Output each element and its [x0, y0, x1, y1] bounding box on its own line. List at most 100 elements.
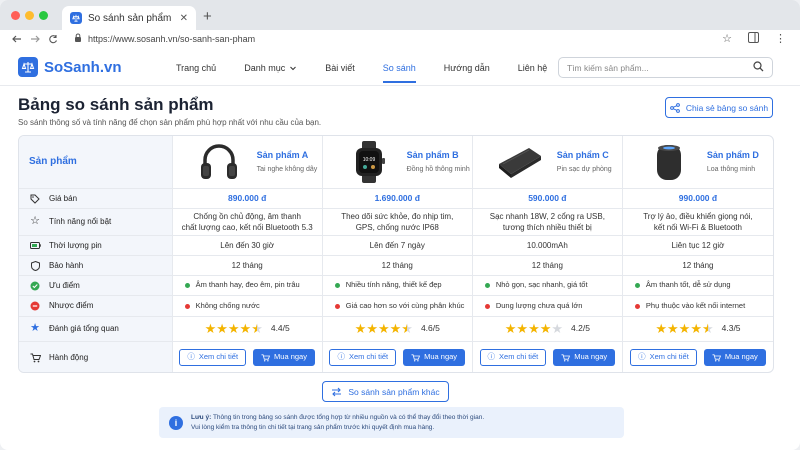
con-bullet [634, 303, 640, 309]
con-text: Phụ thuộc vào kết nối internet [645, 300, 746, 310]
back-icon[interactable] [8, 34, 26, 47]
battery-value: 10.000mAh [473, 236, 623, 255]
reload-icon[interactable] [44, 34, 62, 47]
pro-bullet [334, 283, 340, 288]
compare-more-button[interactable]: So sánh sản phẩm khác [322, 381, 449, 402]
product-header[interactable]: 10:09 Sản phẩm B Đồng hồ thông minh [323, 136, 473, 188]
product-header[interactable]: Sản phẩm A Tai nghe không dây [173, 136, 323, 188]
row-label-text: Tính năng nổi bật [49, 217, 112, 227]
nav-compare[interactable]: So sánh [382, 50, 416, 86]
action-cell: ⓘ Xem chi tiết Mua ngay [173, 342, 323, 372]
search-input[interactable] [567, 62, 753, 73]
product-header[interactable]: Sản phẩm C Pin sạc dự phòng [473, 136, 623, 188]
nav-home[interactable]: Trang chủ [176, 50, 216, 86]
star-filled-icon: ★ [30, 322, 40, 335]
warranty-value: 12 tháng [473, 256, 623, 275]
view-detail-button[interactable]: ⓘ Xem chi tiết [179, 349, 247, 366]
con-cell: Phụ thuộc vào kết nối internet [623, 296, 773, 316]
cart-icon [261, 353, 271, 362]
price-value: 990.000 đ [678, 192, 718, 203]
detail-label: Xem chi tiết [649, 352, 689, 362]
row-label: ★ Đánh giá tổng quan [19, 317, 173, 341]
menu-kebab-icon[interactable]: ⋮ [775, 32, 786, 46]
bookmark-star-icon[interactable]: ☆ [722, 32, 732, 46]
pro-cell: Nhỏ gọn, sạc nhanh, giá tốt [473, 276, 623, 295]
row-label-text: Bảo hành [49, 260, 84, 270]
share-button[interactable]: Chia sẻ bảng so sánh [665, 97, 773, 118]
star-icon: ★ [516, 320, 529, 336]
buy-now-button[interactable]: Mua ngay [553, 349, 616, 366]
star-rating: ★ ★ ★ ★ ★ [205, 320, 263, 338]
browser-tab[interactable]: So sánh sản phẩm ✕ [62, 6, 196, 30]
action-cell: ⓘ Xem chi tiết Mua ngay [473, 342, 623, 372]
con-text: Giá cao hơn so với cùng phân khúc [345, 300, 465, 310]
close-window-button[interactable] [11, 11, 20, 20]
buy-label: Mua ngay [574, 352, 608, 362]
headphones-icon [193, 142, 245, 182]
star-icon: ★ [528, 320, 540, 336]
product-name: Sản phẩm C [556, 150, 609, 161]
url-text: https://www.sosanh.vn/so-sanh-san-pham [88, 33, 256, 44]
info-icon: ⓘ [187, 352, 195, 362]
logo-text: SoSanh.vn [44, 58, 122, 76]
new-tab-button[interactable]: + [203, 8, 212, 25]
nav-guides[interactable]: Hướng dẫn [444, 50, 490, 86]
pro-bullet [184, 283, 190, 288]
star-icon: ★ [354, 320, 367, 336]
info-icon: ⓘ [638, 352, 646, 362]
info-icon: ⓘ [337, 352, 345, 362]
nav-articles[interactable]: Bài viết [325, 50, 355, 86]
product-desc: Pin sạc dự phòng [556, 165, 612, 173]
action-cell: ⓘ Xem chi tiết Mua ngay [623, 342, 773, 372]
row-label: Ưu điểm [19, 276, 173, 295]
shield-icon [29, 260, 41, 271]
buy-now-button[interactable]: Mua ngay [403, 349, 466, 366]
table-row: Thời lượng pin Lên đến 30 giờ Lên đến 7 … [19, 236, 773, 256]
view-detail-button[interactable]: ⓘ Xem chi tiết [630, 349, 697, 366]
nav-contact[interactable]: Liên hệ [518, 50, 548, 86]
row-label: Giá bán [19, 189, 173, 208]
minimize-window-button[interactable] [25, 11, 34, 20]
price-tag-icon [29, 194, 41, 204]
note-line2: Vui lòng kiểm tra thông tin chi tiết tại… [191, 423, 435, 431]
star-icon: ★ [678, 320, 691, 336]
main-nav: Trang chủ Danh mục Bài viết So sánh Hướn… [176, 50, 575, 86]
forward-icon[interactable] [26, 34, 44, 47]
row-label-text: Hành động [49, 352, 89, 362]
feature-line: GPS, chống nước IP68 [355, 223, 439, 232]
info-icon: ⓘ [487, 352, 496, 362]
view-detail-button[interactable]: ⓘ Xem chi tiết [329, 349, 397, 366]
nav-categories[interactable]: Danh mục [244, 50, 297, 86]
star-icon: ★ [539, 320, 552, 336]
rating-text: 4.6/5 [420, 323, 440, 334]
site-logo[interactable]: SoSanh.vn [18, 57, 122, 77]
pro-text: Nhiều tính năng, thiết kế đẹp [345, 280, 442, 290]
buy-label: Mua ngay [724, 352, 758, 362]
buy-now-button[interactable]: Mua ngay [703, 349, 766, 366]
share-icon [669, 102, 680, 113]
search-icon[interactable] [753, 59, 764, 77]
smart-speaker-icon [643, 142, 695, 182]
maximize-window-button[interactable] [39, 11, 48, 20]
comparison-table: Sản phẩm Sản phẩm A Tai nghe không dây 10… [18, 135, 774, 373]
pro-text: Nhỏ gọn, sạc nhanh, giá tốt [495, 280, 588, 290]
view-detail-button[interactable]: ⓘ Xem chi tiết [479, 349, 547, 366]
table-row: Bảo hành 12 tháng 12 tháng 12 tháng 12 t… [19, 256, 773, 276]
sidebar-panel-icon[interactable] [748, 32, 759, 46]
buy-now-button[interactable]: Mua ngay [253, 349, 315, 366]
pro-cell: Âm thanh hay, đeo êm, pin trâu [173, 276, 323, 295]
lock-icon [74, 33, 82, 44]
power-bank-icon [493, 142, 545, 182]
con-cell: Không chống nước [173, 296, 323, 316]
browser-window: So sánh sản phẩm ✕ + https://www.sosanh.… [0, 0, 800, 450]
star-icon: ★ [239, 320, 252, 336]
star-icon: ★ [401, 320, 413, 338]
star-icon: ★ [655, 320, 667, 336]
star-outline-icon: ☆ [30, 215, 40, 228]
product-header[interactable]: Sản phẩm D Loa thông minh [623, 136, 773, 188]
table-row: ★ Đánh giá tổng quan ★ ★ ★ ★ ★ 4.4/5 ★ ★ ★ ★ ★ 4.6… [19, 317, 773, 342]
tab-close-icon[interactable]: ✕ [180, 13, 188, 24]
info-circle-icon: i [169, 415, 183, 430]
address-bar[interactable]: https://www.sosanh.vn/so-sanh-san-pham [74, 33, 255, 44]
feature-cell: Trợ lý ảo, điều khiển giọng nói, kết nối … [623, 209, 773, 235]
